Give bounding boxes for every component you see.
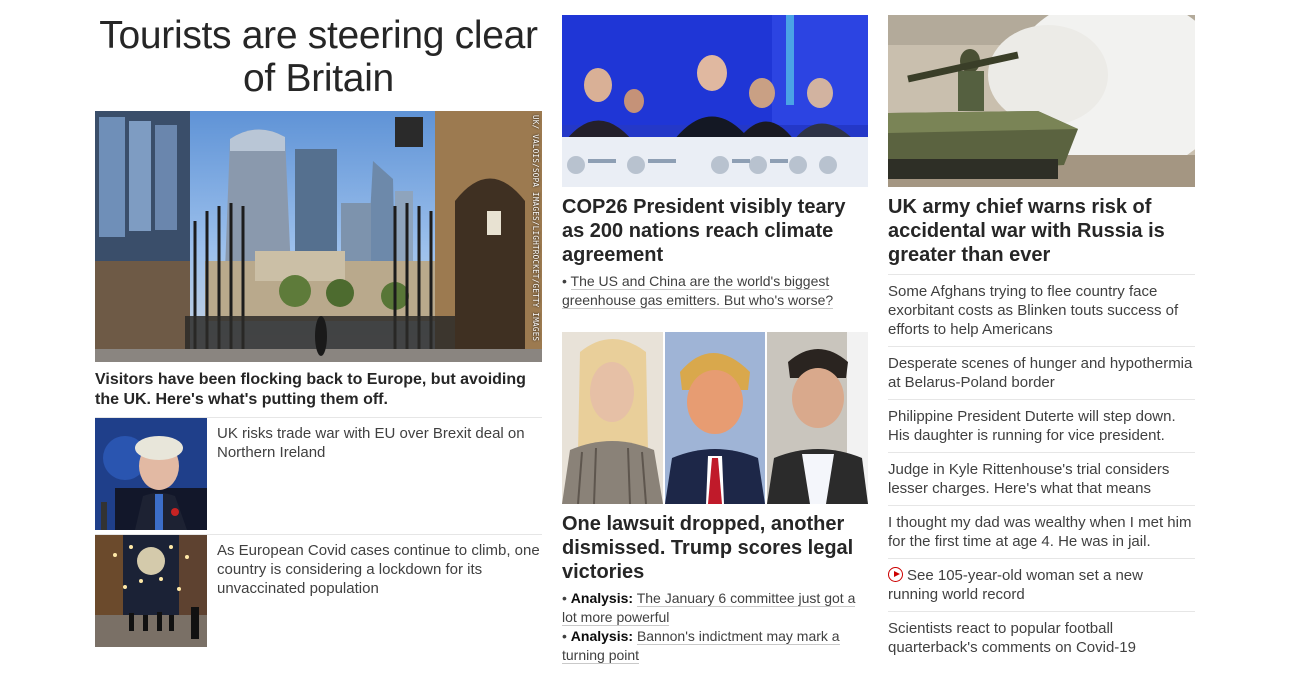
- side-story-headline: UK risks trade war with EU over Brexit d…: [217, 425, 525, 461]
- list-item[interactable]: I thought my dad was wealthy when I met …: [888, 505, 1195, 558]
- analysis-label: Analysis:: [570, 590, 634, 606]
- headline-list: Some Afghans trying to flee country face…: [888, 274, 1195, 664]
- related-link-text[interactable]: The US and China are the world's biggest…: [562, 273, 834, 309]
- lead-caption[interactable]: Visitors have been flocking back to Euro…: [95, 370, 542, 410]
- cop26-headline[interactable]: COP26 President visibly teary as 200 nat…: [562, 195, 868, 267]
- trump-headline[interactable]: One lawsuit dropped, another dismissed. …: [562, 512, 868, 584]
- side-story-brexit[interactable]: UK risks trade war with EU over Brexit d…: [95, 418, 542, 530]
- bullet-marker: •: [562, 273, 567, 289]
- list-item-link[interactable]: Philippine President Duterte will step d…: [888, 408, 1176, 444]
- list-item[interactable]: Judge in Kyle Rittenhouse's trial consid…: [888, 452, 1195, 505]
- play-circle-icon: [888, 567, 903, 582]
- list-item-link[interactable]: Scientists react to popular football qua…: [888, 620, 1136, 656]
- bullet-marker: •: [562, 628, 567, 644]
- side-story-headline: As European Covid cases continue to clim…: [217, 542, 540, 597]
- list-item[interactable]: Some Afghans trying to flee country face…: [888, 274, 1195, 346]
- lead-image[interactable]: UK/ VALOIS/SOPA IMAGES/LIGHTROCKET/GETTY…: [95, 111, 542, 362]
- cop26-panel-illustration: [562, 15, 868, 187]
- cop26-image[interactable]: [562, 15, 868, 187]
- list-item-link[interactable]: Some Afghans trying to flee country face…: [888, 283, 1178, 338]
- armored-vehicle-illustration: [888, 15, 1195, 187]
- analysis-label: Analysis:: [570, 628, 634, 644]
- bullet-marker: •: [562, 590, 567, 606]
- related-link[interactable]: • The US and China are the world's bigge…: [562, 272, 868, 310]
- london-skyline-illustration: [95, 111, 542, 362]
- list-item-link[interactable]: Desperate scenes of hunger and hypotherm…: [888, 355, 1192, 391]
- list-item[interactable]: Scientists react to popular football qua…: [888, 611, 1195, 664]
- lead-column: Tourists are steering clear of Britain U…: [95, 0, 542, 647]
- image-credit: UK/ VALOIS/SOPA IMAGES/LIGHTROCKET/GETTY…: [531, 115, 540, 342]
- related-link[interactable]: • Analysis: The January 6 committee just…: [562, 589, 868, 627]
- list-item-link[interactable]: Judge in Kyle Rittenhouse's trial consid…: [888, 461, 1169, 497]
- list-item-link[interactable]: I thought my dad was wealthy when I met …: [888, 514, 1191, 550]
- trump-lawsuit-image[interactable]: [562, 332, 868, 504]
- list-item-link[interactable]: See 105-year-old woman set a new running…: [888, 567, 1143, 603]
- list-item[interactable]: Desperate scenes of hunger and hypotherm…: [888, 346, 1195, 399]
- story-thumbnail: [95, 535, 207, 647]
- uk-army-headline[interactable]: UK army chief warns risk of accidental w…: [888, 195, 1195, 267]
- lead-headline[interactable]: Tourists are steering clear of Britain: [95, 0, 542, 104]
- uk-army-image[interactable]: [888, 15, 1195, 187]
- side-story-covid[interactable]: As European Covid cases continue to clim…: [95, 535, 542, 647]
- story-thumbnail: [95, 418, 207, 530]
- related-link[interactable]: • Analysis: Bannon's indictment may mark…: [562, 627, 868, 665]
- three-portraits-illustration: [562, 332, 868, 504]
- list-item[interactable]: Philippine President Duterte will step d…: [888, 399, 1195, 452]
- list-item[interactable]: See 105-year-old woman set a new running…: [888, 558, 1195, 611]
